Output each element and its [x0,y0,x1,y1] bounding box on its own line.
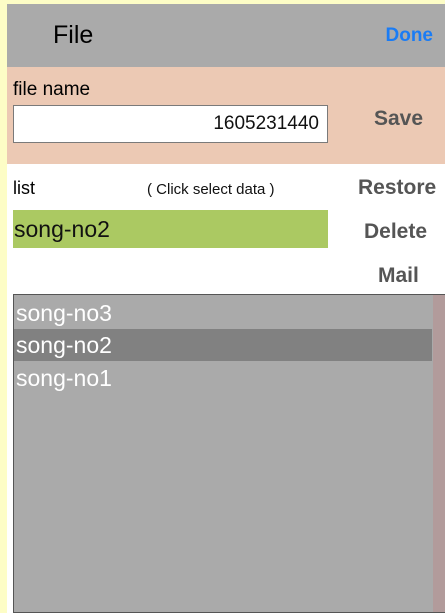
list-item[interactable]: song-no3 [14,297,432,329]
list-item[interactable]: song-no2 [14,329,432,361]
file-name-label: file name [13,79,91,100]
page-title: File [53,21,94,49]
mail-button[interactable]: Mail [378,264,419,288]
file-screen: File Done file name Save list ( Click se… [7,4,445,613]
list-label: list [13,178,35,198]
list-item[interactable]: song-no1 [14,362,432,394]
list-hint: ( Click select data ) [147,181,275,198]
song-list[interactable]: song-no3 song-no2 song-no1 [13,294,445,613]
restore-button[interactable]: Restore [358,176,436,200]
delete-button[interactable]: Delete [364,220,427,244]
file-name-field[interactable] [13,105,328,143]
scrollbar[interactable] [433,295,445,612]
selected-item-text: song-no2 [14,216,110,242]
save-button[interactable]: Save [374,107,423,131]
selected-item-field: song-no2 [13,210,328,248]
done-button[interactable]: Done [386,25,434,47]
save-panel: file name Save [7,67,445,164]
navigation-bar: File Done [7,4,445,67]
